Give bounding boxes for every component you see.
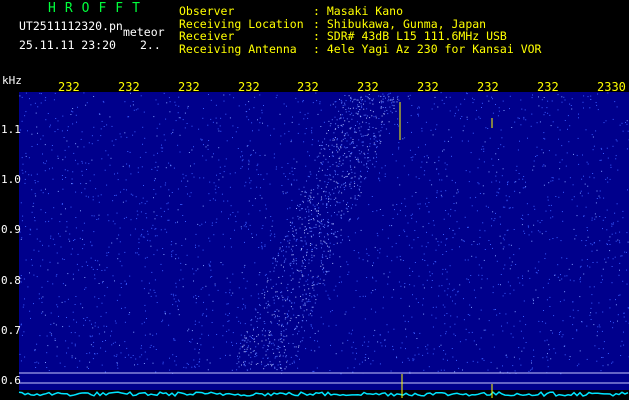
antenna-value: : 4ele Yagi Az 230 for Kansai VOR [313, 41, 542, 56]
x-tick-label: 232 [178, 80, 200, 94]
x-tick-label: 232 [417, 80, 439, 94]
receiver-value: : SDR# 43dB L15 111.6MHz USB [313, 29, 507, 43]
y-tick-label: 0.6 [1, 374, 21, 387]
y-tick-label: 1.1 [1, 123, 21, 136]
spectrogram-background [19, 92, 629, 400]
info-values: : Masaki Kano : Shibukawa, Gunma, Japan … [313, 5, 541, 55]
x-tick-label: 232 [118, 80, 140, 94]
x-tick-label: 2330 [597, 80, 626, 94]
y-tick-label: 0.8 [1, 273, 21, 287]
receiver-label: Receiver [179, 29, 235, 43]
x-tick-label: 232 [477, 80, 499, 94]
antenna-label: Receiving Antenna [179, 41, 297, 56]
x-tick-label: 232 [297, 80, 319, 94]
info-labels: Observer Receiving Location Receiver Rec… [179, 5, 304, 55]
x-tick-label: 232 [537, 80, 559, 94]
x-tick-label: 232 [238, 80, 260, 94]
observer-value: : Masaki Kano [313, 4, 404, 18]
filename: UT2511112320.pn [19, 19, 123, 33]
y-axis-unit: kHz [2, 74, 22, 87]
timestamp: 25.11.11 23:20 [19, 38, 116, 52]
y-tick-label: 0.9 [1, 223, 21, 237]
counter: 2.. [140, 38, 161, 52]
app-title: HROFFT [48, 1, 149, 16]
meteor-label: meteor [123, 25, 165, 39]
observer-label: Observer [179, 4, 235, 18]
y-tick-label: 0.7 [1, 323, 21, 337]
x-tick-label: 232 [357, 80, 379, 94]
spectrogram-plot [18, 80, 629, 400]
x-tick-label: 232 [58, 80, 80, 94]
y-tick-label: 1.0 [1, 173, 21, 187]
